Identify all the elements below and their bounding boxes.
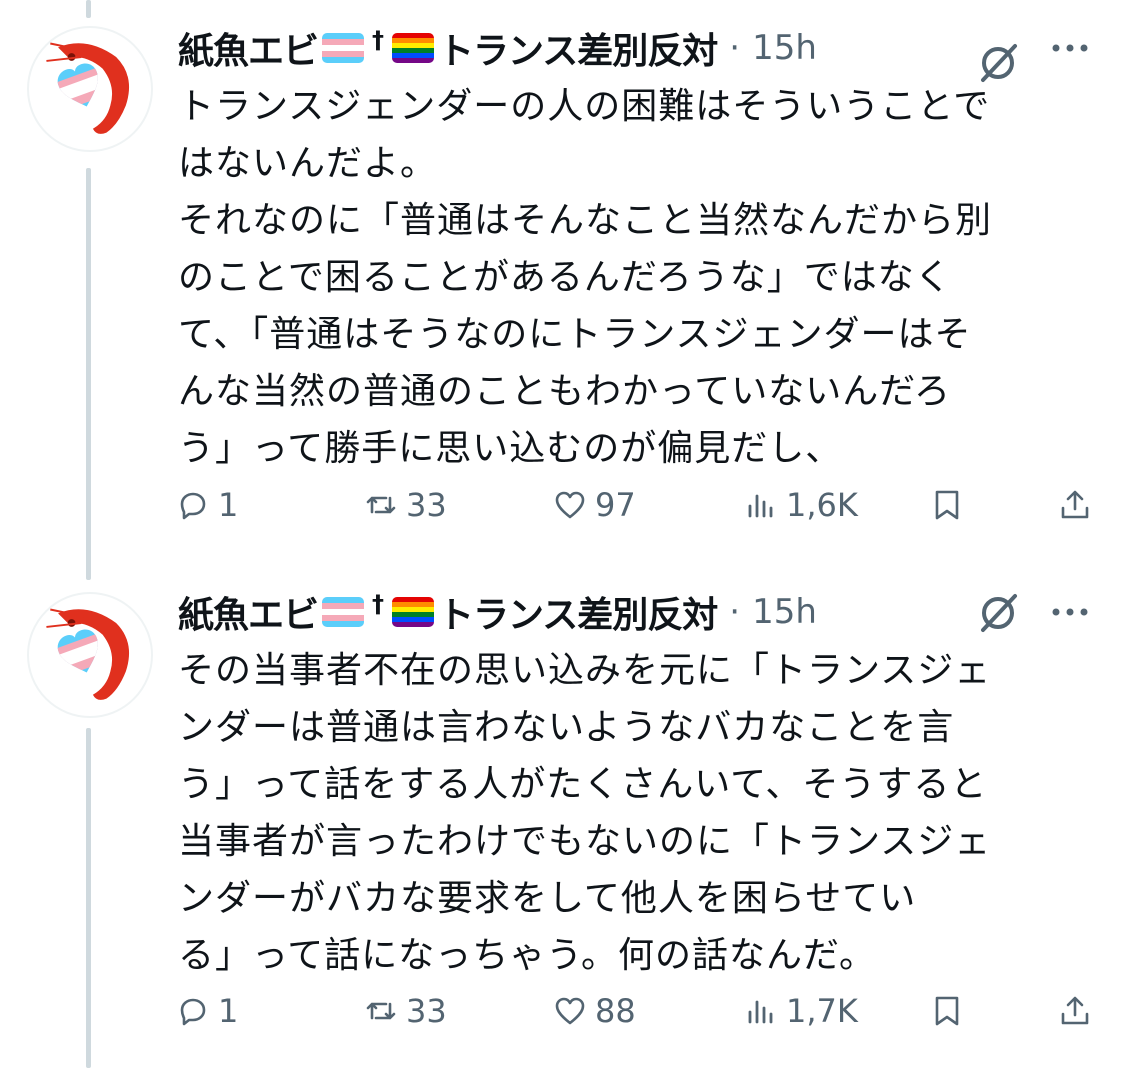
tweet-text: その当事者不在の思い込みを元に「トランスジェ ンダーは普通は言わないようなバカな… — [178, 650, 992, 976]
separator-dot: · — [729, 28, 741, 68]
reply-count: 1 — [218, 992, 239, 1030]
reply-icon — [180, 998, 206, 1026]
views-icon — [748, 1000, 773, 1024]
dagger-symbol: † — [372, 590, 385, 618]
author-name-suffix[interactable]: トランス差別反対 — [438, 22, 718, 74]
bookmark-button[interactable] — [930, 986, 972, 1036]
rainbow-flag-icon — [392, 597, 435, 627]
tweet[interactable]: 紙魚エビ † トランス差別反対 · 15h トランスジェンダーの人の困難はそうい… — [0, 18, 1125, 538]
thread: 紙魚エビ † トランス差別反対 · 15h トランスジェンダーの人の困難はそうい… — [0, 0, 1125, 1068]
views-count: 1,7K — [786, 992, 858, 1030]
rainbow-flag-icon — [392, 33, 435, 63]
action-bar: 1 33 88 1,7K — [0, 986, 1125, 1036]
share-button[interactable] — [1058, 986, 1100, 1036]
author-name[interactable]: 紙魚エビ — [178, 586, 319, 638]
like-button[interactable]: 88 — [553, 986, 636, 1036]
reply-count: 1 — [218, 486, 239, 524]
heart-icon — [555, 491, 585, 519]
avatar[interactable] — [27, 592, 153, 718]
timestamp[interactable]: 15h — [752, 28, 817, 68]
share-icon — [1061, 490, 1089, 519]
author-name[interactable]: 紙魚エビ — [178, 22, 319, 74]
bookmark-icon — [935, 996, 959, 1026]
repost-button[interactable]: 33 — [364, 986, 447, 1036]
bookmark-button[interactable] — [930, 480, 972, 530]
trans-flag-icon — [322, 597, 365, 627]
views-count: 1,6K — [786, 486, 858, 524]
share-icon — [1061, 996, 1089, 1025]
tweet-header: 紙魚エビ † トランス差別反対 · 15h — [178, 582, 1108, 642]
views-icon — [748, 494, 773, 518]
reply-button[interactable]: 1 — [176, 480, 238, 530]
reply-icon — [180, 492, 206, 520]
author-name-suffix[interactable]: トランス差別反対 — [438, 586, 718, 638]
thread-connector-line — [86, 0, 91, 18]
action-bar: 1 33 97 1,6K — [0, 480, 1125, 530]
repost-count: 33 — [406, 486, 447, 524]
more-icon[interactable] — [1048, 28, 1092, 68]
views-button[interactable]: 1,7K — [744, 986, 858, 1036]
repost-icon — [366, 1002, 396, 1020]
views-button[interactable]: 1,6K — [744, 480, 858, 530]
reply-button[interactable]: 1 — [176, 986, 238, 1036]
avatar[interactable] — [27, 26, 153, 152]
bookmark-icon — [935, 490, 959, 520]
repost-count: 33 — [406, 992, 447, 1030]
tweet-text: トランスジェンダーの人の困難はそういうことで はないんだよ。 それなのに「普通は… — [178, 86, 993, 469]
timestamp[interactable]: 15h — [752, 592, 817, 632]
like-count: 88 — [595, 992, 636, 1030]
grok-icon[interactable] — [973, 588, 1023, 638]
separator-dot: · — [729, 592, 741, 632]
repost-icon — [366, 496, 396, 514]
dagger-symbol: † — [372, 26, 385, 54]
like-count: 97 — [595, 486, 636, 524]
more-icon[interactable] — [1048, 592, 1092, 632]
share-button[interactable] — [1058, 480, 1100, 530]
repost-button[interactable]: 33 — [364, 480, 447, 530]
tweet[interactable]: 紙魚エビ † トランス差別反対 · 15h その当事者不在の思い込みを元に「トラ… — [0, 580, 1125, 1068]
tweet-header: 紙魚エビ † トランス差別反対 · 15h — [178, 18, 1108, 78]
heart-icon — [555, 997, 585, 1025]
trans-flag-icon — [322, 33, 365, 63]
like-button[interactable]: 97 — [553, 480, 636, 530]
